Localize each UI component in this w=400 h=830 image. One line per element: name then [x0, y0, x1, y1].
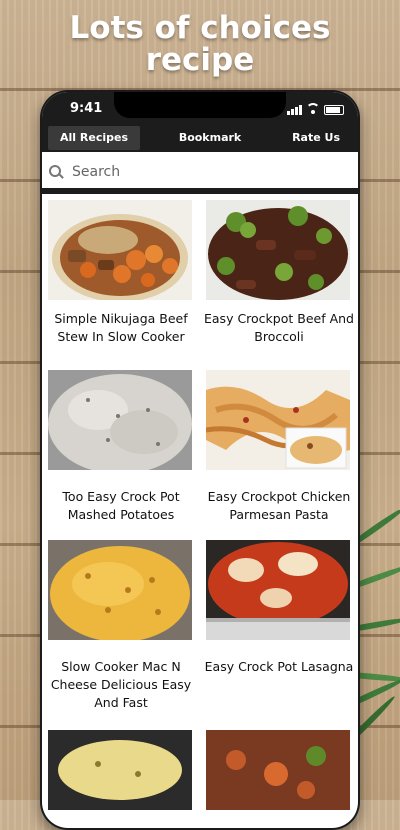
promo-headline-line1: Lots of choices [69, 10, 331, 46]
recipe-image [206, 370, 350, 470]
tab-all-recipes[interactable]: All Recipes [48, 126, 140, 150]
system-icons [287, 101, 344, 115]
recipe-title: Easy Crockpot Beef And Broccoli [204, 311, 354, 344]
recipe-title: Easy Crock Pot Lasagna [204, 659, 354, 674]
tab-bookmark[interactable]: Bookmark [167, 126, 253, 150]
recipe-image [206, 540, 350, 640]
phone-frame: 9:41 All Recipes Bookmark Rate Us Search… [40, 90, 360, 830]
recipe-image [48, 540, 192, 640]
recipe-image [48, 370, 192, 470]
tab-bar: All Recipes Bookmark Rate Us [42, 124, 358, 152]
status-time: 9:41 [70, 101, 103, 116]
recipe-image [48, 730, 192, 810]
recipe-title: Simple Nikujaga Beef Stew In Slow Cooker [54, 311, 188, 344]
battery-icon [324, 105, 344, 115]
wifi-icon [306, 103, 320, 115]
status-bar: 9:41 [42, 92, 358, 124]
search-input[interactable] [70, 163, 344, 181]
recipe-title: Slow Cooker Mac N Cheese Delicious Easy … [50, 659, 192, 710]
search-bar [42, 156, 358, 194]
signal-icon [287, 105, 302, 115]
search-icon[interactable] [48, 164, 64, 180]
promo-headline-line2: recipe [145, 42, 255, 78]
recipe-image [206, 730, 350, 810]
recipe-title: Too Easy Crock Pot Mashed Potatoes [62, 489, 180, 522]
recipe-image [206, 200, 350, 300]
app-screen: 9:41 All Recipes Bookmark Rate Us Search… [42, 92, 358, 828]
promo-headline: Lots of choices recipe [0, 12, 400, 76]
recipe-image [48, 200, 192, 300]
recipe-title: Easy Crockpot Chicken Parmesan Pasta [207, 489, 351, 522]
tab-rate-us[interactable]: Rate Us [280, 126, 352, 150]
phone-notch [114, 92, 286, 118]
